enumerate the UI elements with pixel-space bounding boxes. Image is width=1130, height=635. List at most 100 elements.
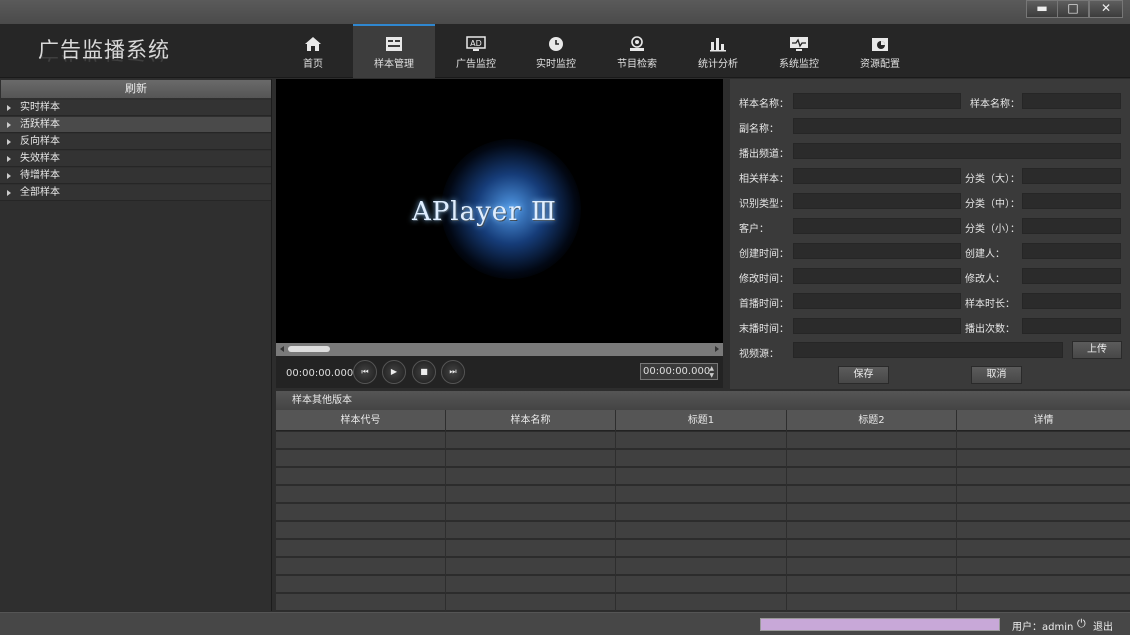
table-cell[interactable] [957,432,1130,449]
table-cell[interactable] [957,576,1130,593]
refresh-button[interactable]: 刷新 [1,80,271,98]
minimize-button[interactable]: ▬ [1026,0,1058,18]
table-cell[interactable] [957,594,1130,611]
table-cell[interactable] [616,432,787,449]
last-air-time-field[interactable] [793,318,961,334]
tree-item-reverse[interactable]: 反向样本 [0,134,271,150]
table-row[interactable] [276,558,1130,575]
table-cell[interactable] [276,576,446,593]
table-cell[interactable] [276,468,446,485]
category-mid-field[interactable] [1022,193,1121,209]
table-cell[interactable] [957,540,1130,557]
nav-home[interactable]: 首页 [272,24,354,78]
column-header[interactable]: 样本名称 [446,410,616,431]
table-row[interactable] [276,540,1130,557]
table-cell[interactable] [616,450,787,467]
table-row[interactable] [276,468,1130,485]
table-cell[interactable] [446,594,616,611]
table-cell[interactable] [446,540,616,557]
tree-item-realtime[interactable]: 实时样本 [0,100,271,116]
table-cell[interactable] [957,468,1130,485]
video-display[interactable]: APlayer Ⅲ [276,79,723,343]
modify-time-field[interactable] [793,268,961,284]
table-cell[interactable] [616,540,787,557]
table-cell[interactable] [957,504,1130,521]
expand-arrow-icon[interactable] [7,190,11,196]
save-button[interactable]: 保存 [838,366,889,384]
previous-button[interactable]: ⏮ [353,360,377,384]
expand-arrow-icon[interactable] [7,173,11,179]
column-header[interactable]: 详情 [957,410,1130,431]
scroll-left-icon[interactable] [280,346,284,352]
channel-field[interactable] [793,143,1121,159]
title-bar[interactable]: ▬ □ ✕ [0,0,1130,24]
expand-arrow-icon[interactable] [7,105,11,111]
time-spinbox[interactable]: 00:00:00.000 ▲ ▼ [640,363,718,380]
tree-item-active[interactable]: 活跃样本 [0,117,271,133]
category-big-field[interactable] [1022,168,1121,184]
client-field[interactable] [793,218,961,234]
table-cell[interactable] [276,522,446,539]
table-cell[interactable] [787,522,957,539]
table-cell[interactable] [957,486,1130,503]
spin-arrows-icon[interactable]: ▲ ▼ [709,365,714,379]
tree-item-invalid[interactable]: 失效样本 [0,151,271,167]
tree-item-pending[interactable]: 待增样本 [0,168,271,184]
table-cell[interactable] [276,558,446,575]
maximize-button[interactable]: □ [1057,0,1089,18]
scrollbar-thumb[interactable] [288,346,330,352]
tree-item-all[interactable]: 全部样本 [0,185,271,201]
table-row[interactable] [276,504,1130,521]
scroll-right-icon[interactable] [715,346,719,352]
table-cell[interactable] [276,486,446,503]
nav-statistics[interactable]: 统计分析 [677,24,759,78]
logout-button[interactable]: 退出 [1093,618,1113,633]
table-cell[interactable] [446,504,616,521]
table-cell[interactable] [276,540,446,557]
expand-arrow-icon[interactable] [7,139,11,145]
play-count-field[interactable] [1022,318,1121,334]
create-time-field[interactable] [793,243,961,259]
table-cell[interactable] [446,486,616,503]
table-cell[interactable] [616,576,787,593]
category-small-field[interactable] [1022,218,1121,234]
upload-button[interactable]: 上传 [1072,341,1122,359]
nav-sample-manage[interactable]: 样本管理 [353,24,435,78]
next-button[interactable]: ⏭ [441,360,465,384]
column-header[interactable]: 标题2 [787,410,957,431]
play-button[interactable]: ▶ [382,360,406,384]
nav-realtime-monitor[interactable]: 实时监控 [515,24,597,78]
power-icon[interactable]: ⏻ [1077,617,1086,631]
table-cell[interactable] [446,576,616,593]
table-cell[interactable] [787,576,957,593]
table-cell[interactable] [276,504,446,521]
nav-resource-config[interactable]: 资源配置 [839,24,921,78]
table-cell[interactable] [276,432,446,449]
table-cell[interactable] [787,468,957,485]
column-header[interactable]: 标题1 [616,410,787,431]
sample-name-field[interactable] [793,93,961,109]
table-row[interactable] [276,522,1130,539]
table-cell[interactable] [787,450,957,467]
table-cell[interactable] [787,558,957,575]
table-cell[interactable] [616,558,787,575]
stop-button[interactable]: ■ [412,360,436,384]
table-cell[interactable] [787,540,957,557]
table-cell[interactable] [787,504,957,521]
subname-field[interactable] [793,118,1121,134]
table-row[interactable] [276,594,1130,611]
expand-arrow-icon[interactable] [7,122,11,128]
table-cell[interactable] [616,468,787,485]
table-row[interactable] [276,450,1130,467]
table-cell[interactable] [957,522,1130,539]
related-sample-field[interactable] [793,168,961,184]
table-cell[interactable] [446,432,616,449]
table-cell[interactable] [446,468,616,485]
recognition-type-field[interactable] [793,193,961,209]
table-cell[interactable] [276,450,446,467]
table-cell[interactable] [616,486,787,503]
table-row[interactable] [276,576,1130,593]
table-cell[interactable] [446,558,616,575]
table-cell[interactable] [276,594,446,611]
table-cell[interactable] [616,522,787,539]
